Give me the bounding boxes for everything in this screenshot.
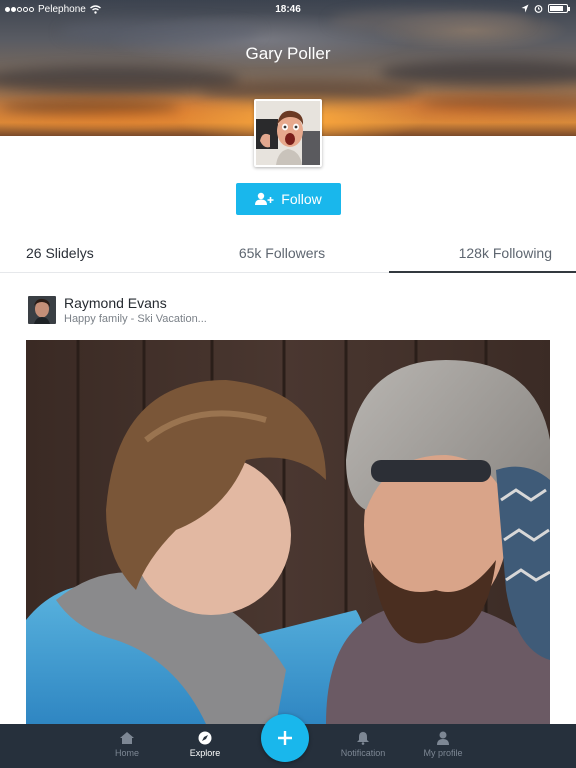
family-photo-image [26,340,550,724]
follow-button[interactable]: Follow [236,183,341,215]
author-avatar-image [28,296,56,324]
location-arrow-icon [521,4,529,13]
nav-notification-label: Notification [340,748,386,758]
tab-following[interactable]: 128k Following [459,245,552,261]
follow-label: Follow [281,191,322,207]
post-caption: Happy family - Ski Vacation... [64,313,207,325]
post-author[interactable]: Raymond Evans [64,295,167,311]
stats-tabs: 26 Slidelys 65k Followers 128k Following [0,233,576,273]
profile-avatar-image [256,101,320,165]
home-icon [120,732,134,744]
profile-avatar[interactable] [254,99,322,167]
bell-icon [357,732,369,745]
nav-my-profile[interactable]: My profile [403,731,483,758]
profile-name: Gary Poller [245,44,331,63]
compass-icon [198,731,212,745]
author-avatar[interactable] [28,296,56,324]
nav-notification[interactable]: Notification [323,731,403,758]
create-button[interactable] [261,714,309,762]
status-bar: Pelephone 18:46 [0,0,576,20]
plus-icon [278,731,292,745]
nav-explore[interactable]: Explore [165,731,245,758]
nav-my-profile-label: My profile [423,748,463,758]
nav-explore-label: Explore [189,748,221,758]
status-time: 18:46 [275,4,301,15]
active-tab-indicator [389,271,576,273]
add-user-icon [255,192,274,205]
post-photo[interactable] [26,340,550,724]
person-icon [437,731,449,745]
nav-home-label: Home [114,748,139,758]
nav-home[interactable]: Home [87,731,167,758]
battery-icon [548,4,570,13]
alarm-icon [534,5,543,13]
